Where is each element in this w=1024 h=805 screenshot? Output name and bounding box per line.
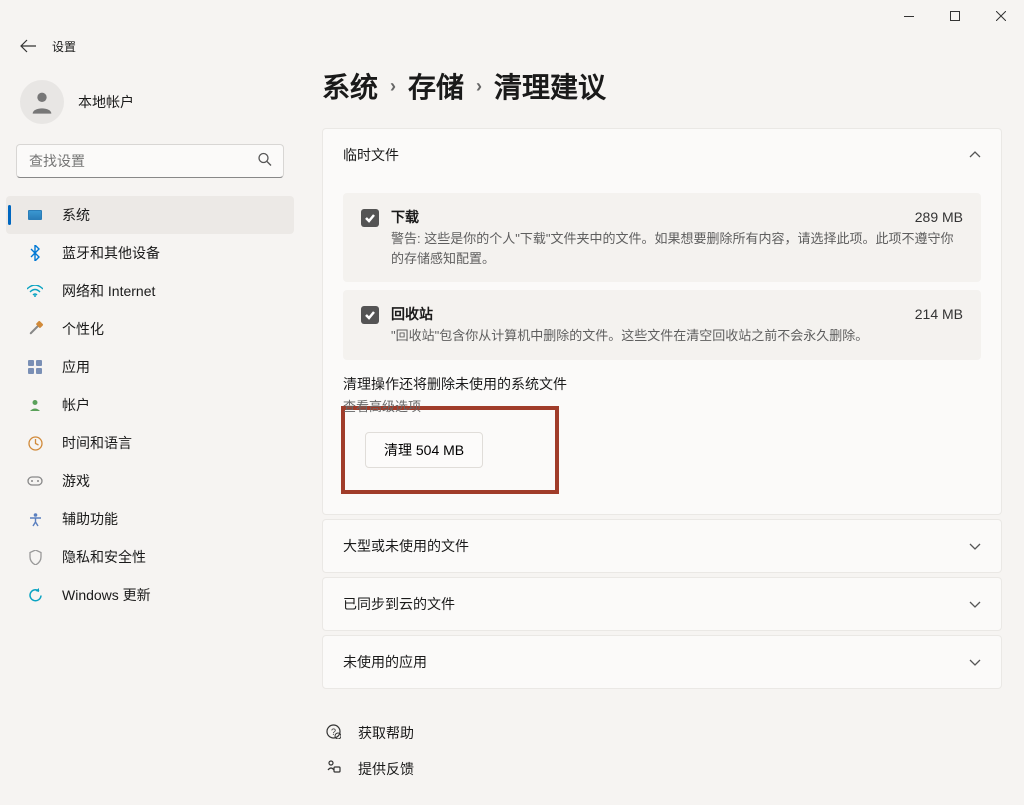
feedback-link[interactable]: 提供反馈	[322, 751, 1002, 787]
get-help-link[interactable]: ? 获取帮助	[322, 715, 1002, 751]
breadcrumb-current: 清理建议	[494, 66, 606, 106]
nav-label: 时间和语言	[62, 433, 132, 453]
window-minimize-button[interactable]	[886, 0, 932, 32]
personalization-icon	[26, 320, 44, 338]
help-icon: ?	[324, 724, 342, 742]
system-icon	[26, 206, 44, 224]
footer-label: 获取帮助	[358, 723, 414, 743]
breadcrumb-system[interactable]: 系统	[322, 66, 378, 106]
nav-label: Windows 更新	[62, 585, 151, 605]
section-header-synced-cloud[interactable]: 已同步到云的文件	[323, 578, 1001, 630]
highlight-annotation: 清理 504 MB	[341, 406, 559, 494]
nav-system[interactable]: 系统	[6, 196, 294, 234]
bluetooth-icon	[26, 244, 44, 262]
nav-accessibility[interactable]: 辅助功能	[6, 500, 294, 538]
nav-label: 个性化	[62, 319, 104, 339]
avatar-icon	[20, 80, 64, 124]
back-button[interactable]	[8, 32, 48, 60]
section-header-unused-apps[interactable]: 未使用的应用	[323, 636, 1001, 688]
item-size: 214 MB	[915, 306, 963, 322]
nav-label: 隐私和安全性	[62, 547, 146, 567]
chevron-up-icon	[969, 148, 981, 162]
item-size: 289 MB	[915, 209, 963, 225]
nav-bluetooth[interactable]: 蓝牙和其他设备	[6, 234, 294, 272]
section-header-large-unused[interactable]: 大型或未使用的文件	[323, 520, 1001, 572]
clean-button[interactable]: 清理 504 MB	[365, 432, 483, 468]
window-titlebar	[0, 0, 1024, 32]
advanced-options-link[interactable]: 查看高级选项	[343, 396, 421, 415]
sidebar: 本地帐户 系统 蓝牙和其他设备 网络和 In	[0, 60, 300, 805]
item-title: 回收站	[391, 304, 433, 324]
temp-item-recycle-bin: 回收站 214 MB "回收站"包含你从计算机中删除的文件。这些文件在清空回收站…	[343, 290, 981, 360]
nav-label: 应用	[62, 357, 90, 377]
nav-apps[interactable]: 应用	[6, 348, 294, 386]
section-title: 大型或未使用的文件	[343, 536, 469, 556]
checkbox-recycle-bin[interactable]	[361, 306, 379, 324]
item-description: 警告: 这些是你的个人"下载"文件夹中的文件。如果想要删除所有内容，请选择此项。…	[391, 229, 963, 268]
nav-label: 辅助功能	[62, 509, 118, 529]
breadcrumb-storage[interactable]: 存储	[408, 66, 464, 106]
content-area: 系统 › 存储 › 清理建议 临时文件 下载	[300, 60, 1024, 805]
chevron-down-icon	[969, 539, 981, 553]
chevron-right-icon: ›	[476, 76, 482, 97]
chevron-right-icon: ›	[390, 76, 396, 97]
nav-label: 帐户	[62, 395, 90, 415]
nav-gaming[interactable]: 游戏	[6, 462, 294, 500]
footer-label: 提供反馈	[358, 759, 414, 779]
breadcrumb: 系统 › 存储 › 清理建议	[322, 66, 1002, 106]
section-header-temp-files[interactable]: 临时文件	[323, 129, 1001, 181]
update-icon	[26, 586, 44, 604]
nav-label: 蓝牙和其他设备	[62, 243, 160, 263]
item-description: "回收站"包含你从计算机中删除的文件。这些文件在清空回收站之前不会永久删除。	[391, 326, 963, 346]
account-block[interactable]: 本地帐户	[6, 70, 294, 142]
section-unused-apps: 未使用的应用	[322, 635, 1002, 689]
nav-update[interactable]: Windows 更新	[6, 576, 294, 614]
privacy-icon	[26, 548, 44, 566]
item-title: 下载	[391, 207, 419, 227]
time-icon	[26, 434, 44, 452]
nav-network[interactable]: 网络和 Internet	[6, 272, 294, 310]
section-title: 已同步到云的文件	[343, 594, 455, 614]
search-box	[16, 144, 284, 178]
footer-links: ? 获取帮助 提供反馈	[322, 715, 1002, 787]
nav-accounts[interactable]: 帐户	[6, 386, 294, 424]
feedback-icon	[324, 760, 342, 778]
nav-time[interactable]: 时间和语言	[6, 424, 294, 462]
section-title: 临时文件	[343, 145, 399, 165]
section-title: 未使用的应用	[343, 652, 427, 672]
temp-item-downloads: 下载 289 MB 警告: 这些是你的个人"下载"文件夹中的文件。如果想要删除所…	[343, 193, 981, 282]
nav-label: 系统	[62, 205, 90, 225]
gaming-icon	[26, 472, 44, 490]
section-large-unused: 大型或未使用的文件	[322, 519, 1002, 573]
checkbox-downloads[interactable]	[361, 209, 379, 227]
nav-list: 系统 蓝牙和其他设备 网络和 Internet 个性化 应用	[6, 192, 294, 618]
section-body: 下载 289 MB 警告: 这些是你的个人"下载"文件夹中的文件。如果想要删除所…	[323, 181, 1001, 514]
nav-privacy[interactable]: 隐私和安全性	[6, 538, 294, 576]
chevron-down-icon	[969, 655, 981, 669]
app-title: 设置	[52, 38, 76, 55]
section-synced-cloud: 已同步到云的文件	[322, 577, 1002, 631]
accessibility-icon	[26, 510, 44, 528]
network-icon	[26, 282, 44, 300]
topbar: 设置	[0, 32, 1024, 60]
section-temp-files: 临时文件 下载 289 MB 警告: 这些是你的个人"下载"文件夹中的	[322, 128, 1002, 515]
apps-icon	[26, 358, 44, 376]
accounts-icon	[26, 396, 44, 414]
window-close-button[interactable]	[978, 0, 1024, 32]
nav-personalization[interactable]: 个性化	[6, 310, 294, 348]
account-name: 本地帐户	[78, 92, 134, 112]
nav-label: 网络和 Internet	[62, 281, 155, 301]
cleanup-note: 清理操作还将删除未使用的系统文件	[343, 374, 981, 394]
chevron-down-icon	[969, 597, 981, 611]
window-maximize-button[interactable]	[932, 0, 978, 32]
nav-label: 游戏	[62, 471, 90, 491]
search-input[interactable]	[16, 144, 284, 178]
